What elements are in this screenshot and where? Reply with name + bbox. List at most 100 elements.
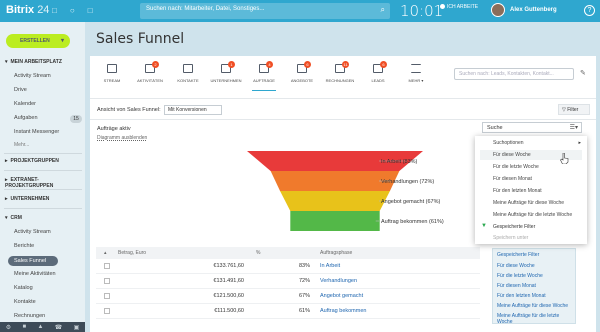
funnel-stage-label: Verhandlungen (72%) — [381, 179, 434, 185]
sidebar-item-messenger[interactable]: Instant Messenger — [14, 129, 59, 135]
cell-phase-link[interactable]: Auftrag bekommen — [320, 308, 366, 314]
table-row[interactable]: €121.500,60 67% Angebot gemacht — [96, 289, 480, 304]
row-checkbox[interactable] — [104, 293, 110, 299]
sidebar-bottom-bar: ⚙ ■ ▲ ☎ ▣ — [0, 322, 85, 332]
chevron-down-icon: ▾ — [60, 38, 64, 44]
cell-percent: 67% — [298, 293, 310, 299]
avatar[interactable] — [491, 3, 505, 17]
sidebar-item-sales-funnel[interactable]: Sales Funnel — [8, 256, 58, 266]
sidebar-item-activity-stream[interactable]: Activity Stream — [14, 73, 51, 79]
saved-filter-item[interactable]: Für diesen Monat — [497, 283, 536, 289]
page-title: Sales Funnel — [96, 31, 185, 47]
filter-button[interactable]: ▽ Filter — [558, 104, 590, 115]
hand-cursor-icon — [560, 153, 569, 164]
divider — [4, 208, 82, 209]
funnel-stage-label: In Arbeit (83%) — [381, 159, 418, 165]
sidebar-item-contacts[interactable]: Kontakte — [14, 299, 36, 305]
divider — [4, 170, 82, 171]
work-status[interactable]: ICH ARBEITE — [440, 4, 478, 10]
row-checkbox[interactable] — [104, 263, 110, 269]
funnel-chart: In Arbeit (83%) Verhandlungen (72%) Angebo… — [247, 151, 444, 231]
create-button[interactable]: ERSTELLEN ▾ — [6, 34, 70, 48]
section-label: PROJEKTGRUPPEN — [10, 158, 59, 164]
sidebar-section-extranet[interactable]: ▸ EXTRANET-PROJEKTGRUPPEN — [5, 177, 85, 189]
sidebar-item-my-activities[interactable]: Meine Aktivitäten — [14, 271, 56, 277]
funnel-stage-label: Angebot gemacht (67%) — [381, 199, 440, 205]
dropdown-item-last-month[interactable]: Für den letzten Monat — [493, 188, 542, 194]
bell-icon[interactable]: ▲ — [37, 324, 43, 330]
caret-down-icon: ▾ — [5, 59, 8, 65]
caret-right-icon: ▸ — [5, 158, 8, 164]
table-header: ▴ Betrag, Euro % Auftragsphase — [96, 247, 480, 259]
sidebar-item-invoices[interactable]: Rechnungen — [14, 313, 45, 319]
chat-icon[interactable]: ■ — [22, 324, 26, 330]
lock-icon[interactable]: ▣ — [74, 324, 80, 331]
bell-icon[interactable]: □ — [52, 6, 57, 15]
filter-label: Filter — [567, 107, 579, 113]
logo-text: Bitrix — [6, 4, 35, 16]
filter-dropdown-menu: Suchoptionen ▸ Für diese Woche Für die l… — [475, 136, 587, 244]
divider — [4, 189, 82, 190]
settings-icon[interactable]: ⚙ — [6, 324, 11, 331]
cell-percent: 83% — [298, 263, 310, 269]
search-icon[interactable]: ⌕ — [381, 5, 385, 15]
divider — [4, 153, 82, 154]
sidebar-item-catalog[interactable]: Katalog — [14, 285, 33, 291]
dropdown-label: Suchoptionen — [493, 140, 524, 146]
help-icon[interactable]: ? — [584, 5, 595, 16]
dropdown-item-my-deals-last-week[interactable]: Meine Aufträge für die letzte Woche — [493, 212, 572, 218]
play-icon — [440, 4, 445, 10]
saved-filter-item[interactable]: Meine Aufträge für diese Woche — [497, 303, 568, 309]
global-search-input[interactable]: Suchen nach: Mitarbeiter, Datei, Sonstig… — [140, 3, 390, 19]
saved-filter-item[interactable]: Meine Aufträge für die letzte Woche — [497, 313, 575, 325]
dropdown-item-this-month[interactable]: Für diesen Monat — [493, 176, 532, 182]
row-checkbox[interactable] — [104, 308, 110, 314]
cell-phase-link[interactable]: In Arbeit — [320, 263, 340, 269]
dropdown-item-save-as[interactable]: Speichern unter — [493, 235, 528, 241]
saved-filters-panel: Gespeicherte Filter Für diese Woche Für d… — [492, 248, 576, 325]
sidebar-item-drive[interactable]: Drive — [14, 87, 27, 93]
sidebar-item-crm-activity[interactable]: Activity Stream — [14, 229, 51, 235]
menu-icon[interactable]: ☰▾ — [570, 124, 578, 131]
phone-icon[interactable]: □ — [88, 6, 93, 15]
saved-filter-item[interactable]: Für diese Woche — [497, 263, 535, 269]
caret-right-icon: ▸ — [5, 196, 8, 202]
pin-icon[interactable]: ✎ — [580, 69, 586, 77]
column-phase[interactable]: Auftragsphase — [320, 250, 352, 256]
sidebar-more[interactable]: Mehr... — [14, 142, 29, 148]
sidebar-item-calendar[interactable]: Kalender — [14, 101, 36, 107]
sidebar-item-reports[interactable]: Berichte — [14, 243, 34, 249]
sidebar-section-workspace[interactable]: ▾ MEIN ARBEITSPLATZ — [5, 59, 62, 65]
user-name[interactable]: Alex Guttenberg — [510, 7, 557, 13]
dropdown-item-search-options[interactable]: Suchoptionen — [493, 140, 524, 146]
phone-icon[interactable]: ☎ — [55, 324, 62, 331]
saved-filters-title: Gespeicherte Filter — [497, 252, 540, 258]
row-checkbox[interactable] — [104, 278, 110, 284]
section-label: EXTRANET-PROJEKTGRUPPEN — [5, 177, 54, 189]
funnel-icon: ▼ — [481, 223, 487, 229]
logo[interactable]: Bitrix 24 — [6, 4, 49, 16]
sidebar-section-crm[interactable]: ▾ CRM — [5, 215, 22, 221]
table-row[interactable]: €111.500,60 61% Auftrag bekommen — [96, 304, 480, 319]
cell-phase-link[interactable]: Angebot gemacht — [320, 293, 363, 299]
cell-phase-link[interactable]: Verhandlungen — [320, 278, 357, 284]
message-icon[interactable]: ○ — [70, 6, 75, 15]
top-icons: □ ○ □ — [52, 6, 93, 15]
sidebar-item-tasks[interactable]: Aufgaben — [14, 115, 38, 121]
saved-filter-item[interactable]: Für die letzte Woche — [497, 273, 543, 279]
column-percent[interactable]: % — [256, 250, 260, 256]
funnel-stage-3 — [290, 211, 380, 231]
saved-filter-item[interactable]: Für den letzten Monat — [497, 293, 546, 299]
table-row[interactable]: €131.491,60 72% Verhandlungen — [96, 274, 480, 289]
column-amount[interactable]: Betrag, Euro — [118, 250, 146, 256]
funnel-stage-label: Auftrag bekommen (61%) — [381, 219, 444, 225]
dropdown-item-last-week[interactable]: Für die letzte Woche — [493, 164, 539, 170]
sidebar-section-company[interactable]: ▸ UNTERNEHMEN — [5, 196, 49, 202]
dropdown-item-my-deals-this-week[interactable]: Meine Aufträge für diese Woche — [493, 200, 564, 206]
table-row[interactable]: €133.761,60 83% In Arbeit — [96, 259, 480, 274]
filter-search-input[interactable]: Suche ☰▾ — [482, 122, 582, 133]
cell-percent: 72% — [298, 278, 310, 284]
sidebar-section-projectgroups[interactable]: ▸ PROJEKTGRUPPEN — [5, 158, 59, 164]
sort-icon[interactable]: ▴ — [104, 250, 107, 256]
dropdown-item-saved-filters[interactable]: Gespeicherte Filter — [493, 224, 535, 230]
